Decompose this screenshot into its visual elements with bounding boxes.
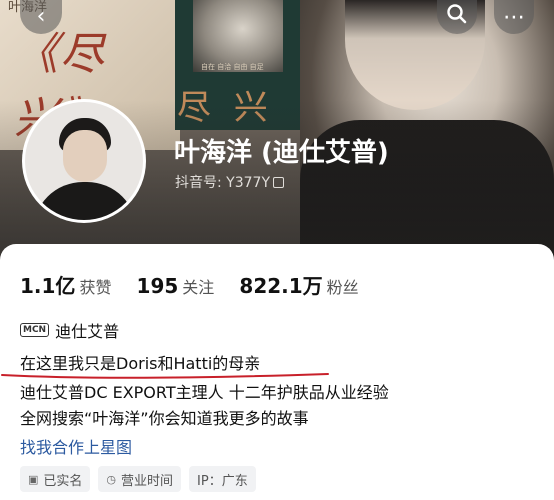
bio-line-2: 迪仕艾普DC EXPORT主理人 十二年护肤品从业经验 bbox=[20, 383, 389, 402]
mcn-icon: MCN bbox=[20, 323, 50, 337]
stat-likes[interactable]: 1.1亿 获赞 bbox=[20, 274, 131, 298]
stat-followers[interactable]: 822.1万 粉丝 bbox=[239, 274, 378, 298]
profile-name: 叶海洋 (迪仕艾普) bbox=[174, 138, 389, 168]
search-icon bbox=[446, 3, 468, 31]
profile-handle: 抖音号: Y377Y bbox=[175, 175, 270, 191]
stat-following-value: 195 bbox=[136, 274, 179, 298]
stats-row: 1.1亿 获赞 195 关注 822.1万 粉丝 bbox=[20, 270, 379, 299]
stat-likes-label: 获赞 bbox=[79, 278, 112, 297]
mcn-row[interactable]: MCN 迪仕艾普 bbox=[20, 318, 119, 342]
tag-ip-label: IP：广东 bbox=[197, 473, 248, 489]
avatar-image bbox=[25, 102, 143, 220]
id-card-icon: ▣ bbox=[28, 472, 39, 486]
clock-icon: ◷ bbox=[106, 472, 117, 486]
cooperation-link[interactable]: 找我合作上星图 bbox=[20, 434, 132, 458]
tags-row: ▣ 已实名 ◷ 营业时间 IP：广东 bbox=[20, 466, 256, 492]
avatar-body bbox=[33, 182, 137, 220]
tag-ip-location: IP：广东 bbox=[189, 466, 256, 492]
tag-verified-label: 已实名 bbox=[43, 473, 83, 489]
bio-line-3: 全网搜索“叶海洋”你会知道我更多的故事 bbox=[20, 409, 309, 428]
stat-following-label: 关注 bbox=[182, 278, 215, 297]
stat-followers-value: 822.1万 bbox=[239, 274, 323, 298]
copy-icon[interactable] bbox=[273, 177, 284, 188]
profile-card: 1.1亿 获赞 195 关注 822.1万 粉丝 MCN 迪仕艾普 在这里我只是Dor… bbox=[0, 244, 554, 500]
tag-business-hours[interactable]: ◷ 营业时间 bbox=[98, 466, 182, 492]
tag-business-hours-label: 营业时间 bbox=[121, 473, 174, 489]
more-icon: ⋯ bbox=[503, 4, 525, 30]
book-cover-subtitle: 自在 自洽 自由 自足 bbox=[201, 63, 264, 71]
stat-following[interactable]: 195 关注 bbox=[137, 274, 235, 298]
back-icon: ‹ bbox=[36, 3, 46, 29]
stat-followers-label: 粉丝 bbox=[326, 278, 359, 297]
avatar[interactable] bbox=[22, 99, 146, 223]
stat-likes-value: 1.1亿 bbox=[20, 274, 76, 298]
tag-verified[interactable]: ▣ 已实名 bbox=[20, 466, 91, 492]
profile-handle-row: 抖音号: Y377Y bbox=[175, 172, 284, 192]
avatar-face bbox=[63, 130, 107, 182]
mcn-label: 迪仕艾普 bbox=[55, 322, 120, 341]
